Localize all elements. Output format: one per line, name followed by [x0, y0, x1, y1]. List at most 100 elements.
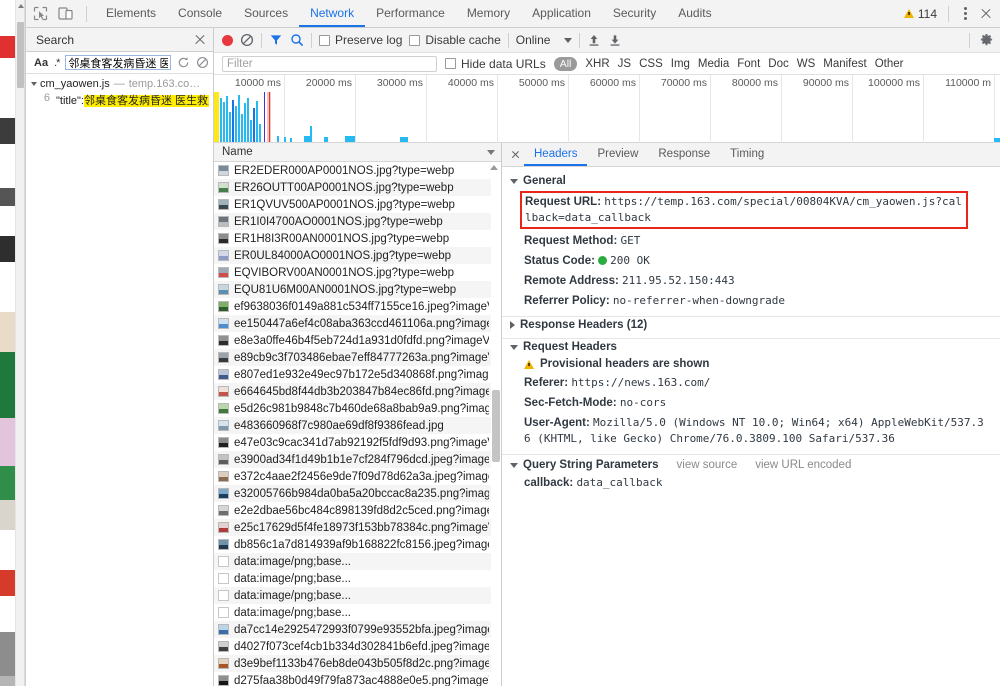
- network-overview[interactable]: 10000 ms 20000 ms 30000 ms 40000 ms 5000…: [214, 75, 1000, 143]
- scroll-up-arrow-icon[interactable]: [18, 4, 24, 8]
- throttling-dropdown[interactable]: Online: [516, 33, 573, 47]
- tab-performance[interactable]: Performance: [365, 0, 456, 27]
- close-devtools-icon[interactable]: [978, 6, 994, 22]
- tab-security[interactable]: Security: [602, 0, 667, 27]
- gear-icon[interactable]: [979, 33, 994, 48]
- warning-count-chip[interactable]: 114: [903, 7, 937, 21]
- view-source-link[interactable]: view source: [677, 459, 738, 471]
- table-row[interactable]: ER0UL84000AO0001NOS.jpg?type=webp: [214, 247, 501, 264]
- request-rows[interactable]: ER2EDER000AP0001NOS.jpg?type=webp ER26OUT…: [214, 162, 501, 686]
- tab-application[interactable]: Application: [521, 0, 602, 27]
- table-row[interactable]: e47e03c9cac341d7ab92192f5fdf9d93.png?ima…: [214, 434, 501, 451]
- table-row[interactable]: e25c17629d5f4fe18973f153bb78384c.png?ima…: [214, 519, 501, 536]
- filter-type-doc[interactable]: Doc: [768, 58, 788, 70]
- table-row[interactable]: e664645bd8f44db3b203847b84ec86fd.png?ima…: [214, 383, 501, 400]
- search-panel-close-icon[interactable]: [193, 33, 207, 47]
- request-list-scrollbar[interactable]: [490, 162, 501, 686]
- table-row[interactable]: e807ed1e932e49ec97b172e5d340868f.png?ima…: [214, 366, 501, 383]
- clear-requests-icon[interactable]: [240, 33, 254, 47]
- table-row[interactable]: e89cb9c3f703486ebae7eff84777263a.png?ima…: [214, 349, 501, 366]
- page-scrollbar[interactable]: [16, 0, 25, 686]
- export-har-icon[interactable]: [608, 33, 622, 47]
- table-row[interactable]: data:image/png;base...: [214, 604, 501, 621]
- table-row[interactable]: e8e3a0ffe46b4f5eb724d1a931d0fdfd.png?ima…: [214, 332, 501, 349]
- hide-data-urls-option[interactable]: Hide data URLs: [445, 57, 546, 71]
- request-list-header[interactable]: Name: [214, 143, 501, 162]
- filter-type-js[interactable]: JS: [618, 58, 631, 70]
- tab-response[interactable]: Response: [648, 143, 720, 166]
- table-row[interactable]: ee150447a6ef4c08aba363ccd461106a.png?ima…: [214, 315, 501, 332]
- table-row[interactable]: db856c1a7d814939af9b168822fc8156.jpeg?im…: [214, 536, 501, 553]
- preserve-log-option[interactable]: Preserve log: [319, 33, 402, 47]
- sort-caret-icon[interactable]: [487, 149, 495, 155]
- tab-elements[interactable]: Elements: [95, 0, 167, 27]
- table-row[interactable]: ER1I0I4700AO0001NOS.jpg?type=webp: [214, 213, 501, 230]
- table-row[interactable]: e372c4aae2f2456e9de7f09d78d62a3a.jpeg?im…: [214, 468, 501, 485]
- scrollbar-thumb[interactable]: [17, 22, 24, 88]
- hide-data-urls-checkbox[interactable]: [445, 58, 456, 69]
- expand-caret-icon[interactable]: [31, 82, 37, 86]
- table-row[interactable]: e2e2dbae56bc484c898139fd8d2c5ced.png?ima…: [214, 502, 501, 519]
- scrollbar-thumb[interactable]: [492, 390, 500, 462]
- table-row[interactable]: e483660968f7c980ae69df8f9386fead.jpg: [214, 417, 501, 434]
- table-row[interactable]: EQU81U6M00AN0001NOS.jpg?type=webp: [214, 281, 501, 298]
- filter-type-img[interactable]: Img: [671, 58, 690, 70]
- disable-cache-checkbox[interactable]: [409, 34, 421, 46]
- tab-timing[interactable]: Timing: [720, 143, 774, 166]
- filter-type-font[interactable]: Font: [737, 58, 760, 70]
- regex-toggle[interactable]: .*: [54, 57, 60, 69]
- general-section-header[interactable]: General: [502, 173, 1000, 189]
- preserve-log-checkbox[interactable]: [319, 34, 330, 46]
- filter-type-all[interactable]: All: [553, 56, 578, 71]
- search-result-line[interactable]: 6 "title":邻桌食客发病昏迷 医生救人...: [26, 91, 213, 109]
- table-row[interactable]: d275faa38b0d49f79fa873ac4888e0e5.png?ima…: [214, 672, 501, 686]
- table-row[interactable]: ER1QVUV500AP0001NOS.jpg?type=webp: [214, 196, 501, 213]
- table-row[interactable]: data:image/png;base...: [214, 553, 501, 570]
- tab-network[interactable]: Network: [299, 0, 366, 27]
- filter-type-xhr[interactable]: XHR: [585, 58, 609, 70]
- import-har-icon[interactable]: [587, 33, 601, 47]
- refresh-icon[interactable]: [177, 56, 190, 69]
- table-row[interactable]: e32005766b984da0ba5a20bccac8a235.png?ima…: [214, 485, 501, 502]
- tab-sources[interactable]: Sources: [233, 0, 299, 27]
- table-row[interactable]: ER2EDER000AP0001NOS.jpg?type=webp: [214, 162, 501, 179]
- scroll-up-arrow-icon[interactable]: [490, 165, 498, 170]
- tab-memory[interactable]: Memory: [456, 0, 521, 27]
- tab-audits[interactable]: Audits: [667, 0, 722, 27]
- search-input[interactable]: [65, 55, 171, 70]
- more-options-icon[interactable]: [960, 5, 971, 22]
- table-row[interactable]: d3e9bef1133b476eb8de043b505f8d2c.png?ima…: [214, 655, 501, 672]
- tab-headers[interactable]: Headers: [524, 143, 588, 166]
- filter-icon[interactable]: [269, 33, 283, 47]
- table-row[interactable]: data:image/png;base...: [214, 570, 501, 587]
- query-string-toggle[interactable]: Query String Parameters: [510, 459, 659, 471]
- filter-type-other[interactable]: Other: [875, 58, 904, 70]
- disable-cache-option[interactable]: Disable cache: [409, 33, 501, 47]
- request-headers-section-header[interactable]: Request Headers: [502, 339, 1000, 355]
- filter-type-manifest[interactable]: Manifest: [823, 58, 866, 70]
- table-row[interactable]: ER1H8I3R00AN0001NOS.jpg?type=webp: [214, 230, 501, 247]
- table-row[interactable]: EQVIBORV00AN0001NOS.jpg?type=webp: [214, 264, 501, 281]
- tab-preview[interactable]: Preview: [587, 143, 648, 166]
- device-toolbar-icon[interactable]: [57, 5, 74, 22]
- close-details-icon[interactable]: [506, 143, 524, 166]
- filter-type-ws[interactable]: WS: [797, 58, 816, 70]
- response-headers-section-header[interactable]: Response Headers (12): [502, 317, 1000, 333]
- table-row[interactable]: ER26OUTT00AP0001NOS.jpg?type=webp: [214, 179, 501, 196]
- table-row[interactable]: e3900ad34f1d49b1b1e7cf284f796dcd.jpeg?im…: [214, 451, 501, 468]
- record-icon[interactable]: [222, 34, 233, 46]
- view-url-encoded-link[interactable]: view URL encoded: [755, 459, 851, 471]
- search-result-file[interactable]: cm_yaowen.js — temp.163.com/speci...: [26, 77, 213, 91]
- table-row[interactable]: da7cc14e2925472993f0799e93552bfa.jpeg?im…: [214, 621, 501, 638]
- table-row[interactable]: ef9638036f0149a881c534ff7155ce16.jpeg?im…: [214, 298, 501, 315]
- table-row[interactable]: data:image/png;base...: [214, 587, 501, 604]
- tab-console[interactable]: Console: [167, 0, 233, 27]
- search-icon[interactable]: [290, 33, 304, 47]
- filter-type-media[interactable]: Media: [698, 58, 729, 70]
- filter-type-css[interactable]: CSS: [639, 58, 663, 70]
- match-case-toggle[interactable]: Aa: [34, 57, 48, 69]
- inspect-element-icon[interactable]: [32, 5, 49, 22]
- clear-icon[interactable]: [196, 56, 209, 69]
- filter-input[interactable]: [222, 55, 437, 72]
- table-row[interactable]: e5d26c981b9848c7b460de68a8bab9a9.png?ima…: [214, 400, 501, 417]
